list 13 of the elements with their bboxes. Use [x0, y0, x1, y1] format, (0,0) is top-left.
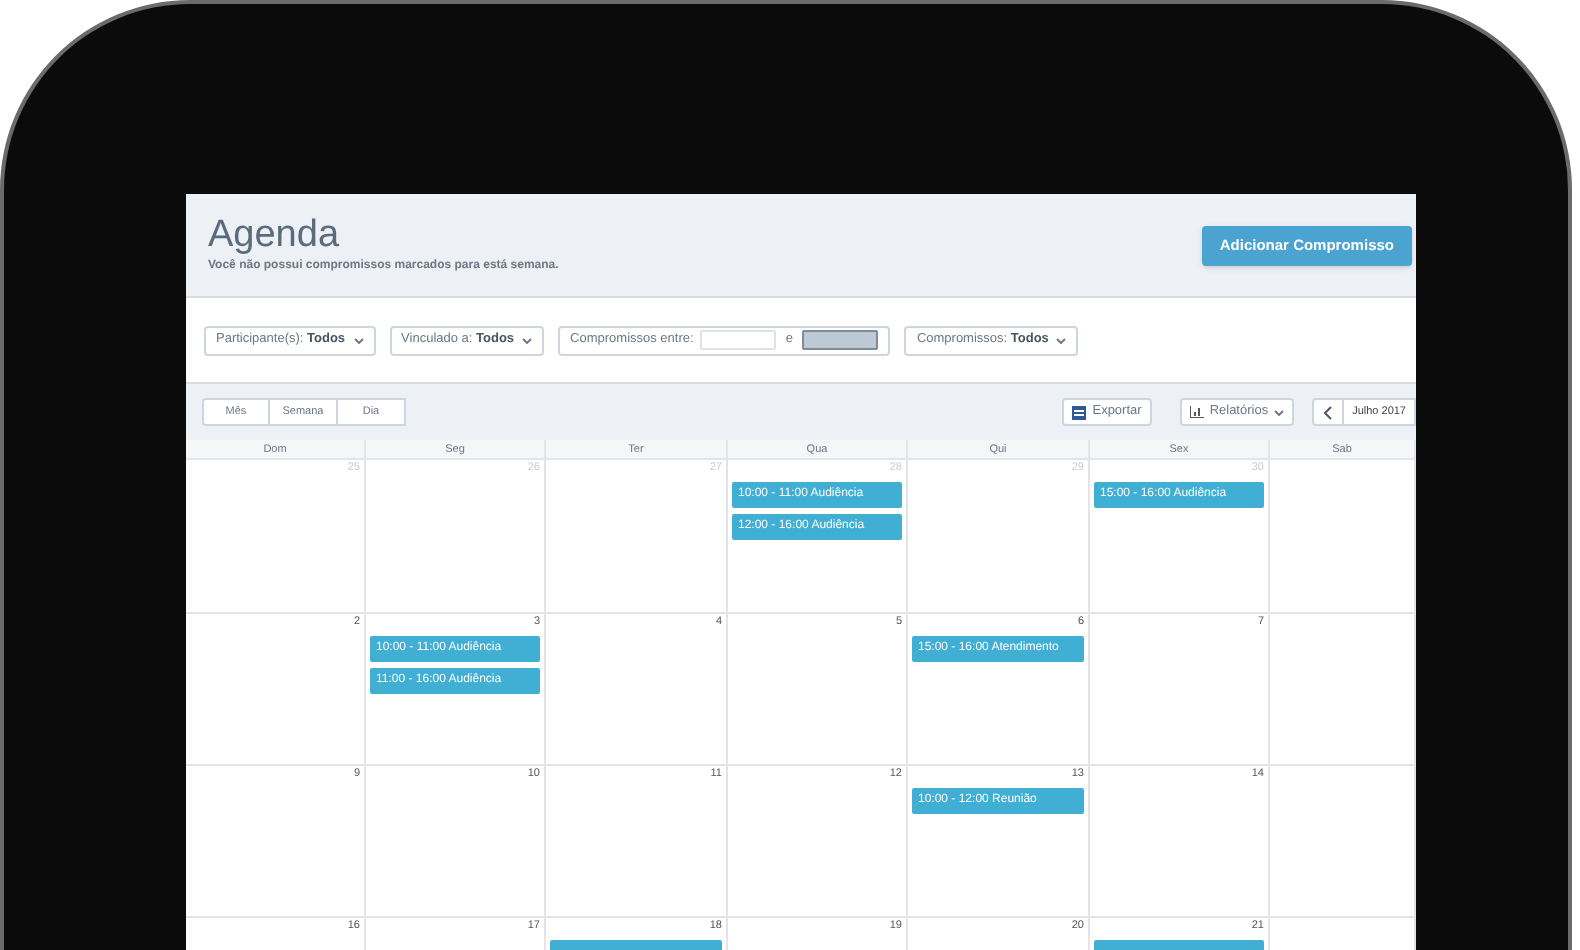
start-date-field[interactable]	[699, 330, 776, 350]
calendar-day-cell[interactable]	[1270, 460, 1416, 614]
chevron-left-icon	[1324, 405, 1333, 419]
calendar-day-cell[interactable]	[1270, 614, 1416, 766]
calendar-day-cell[interactable]	[1270, 766, 1416, 918]
chevron-down-icon	[353, 337, 364, 343]
page-title: Agenda	[208, 214, 342, 258]
spreadsheet-icon	[1072, 405, 1087, 419]
chevron-down-icon	[522, 337, 533, 343]
chevron-down-icon	[1056, 337, 1067, 343]
chevron-down-icon	[1274, 409, 1285, 415]
bar-chart-icon	[1189, 406, 1204, 418]
end-date-field[interactable]	[802, 330, 879, 350]
